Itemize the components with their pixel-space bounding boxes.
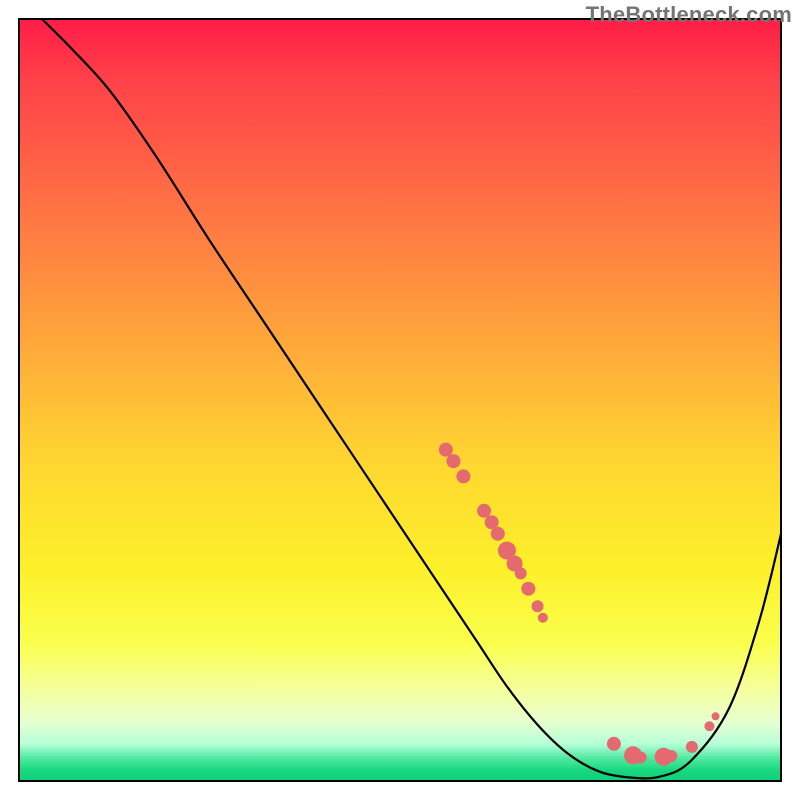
data-point-marker: [446, 454, 460, 468]
curve-layer: [18, 18, 782, 782]
data-point-marker: [532, 600, 544, 612]
data-point-marker: [712, 712, 720, 720]
data-point-marker: [538, 613, 548, 623]
data-point-marker: [491, 527, 505, 541]
data-point-marker: [607, 737, 621, 751]
plot-area: [18, 18, 782, 782]
data-point-marker: [635, 752, 647, 764]
data-point-marker: [439, 443, 453, 457]
data-point-marker: [456, 469, 470, 483]
data-point-marker: [665, 750, 677, 762]
chart-container: TheBottleneck.com: [0, 0, 800, 800]
markers-group: [439, 443, 720, 766]
data-point-marker: [515, 567, 527, 579]
data-point-marker: [521, 582, 535, 596]
watermark-text: TheBottleneck.com: [586, 2, 792, 28]
data-point-marker: [477, 504, 491, 518]
data-point-marker: [704, 721, 714, 731]
bottleneck-curve-path: [41, 18, 782, 778]
data-point-marker: [686, 741, 698, 753]
